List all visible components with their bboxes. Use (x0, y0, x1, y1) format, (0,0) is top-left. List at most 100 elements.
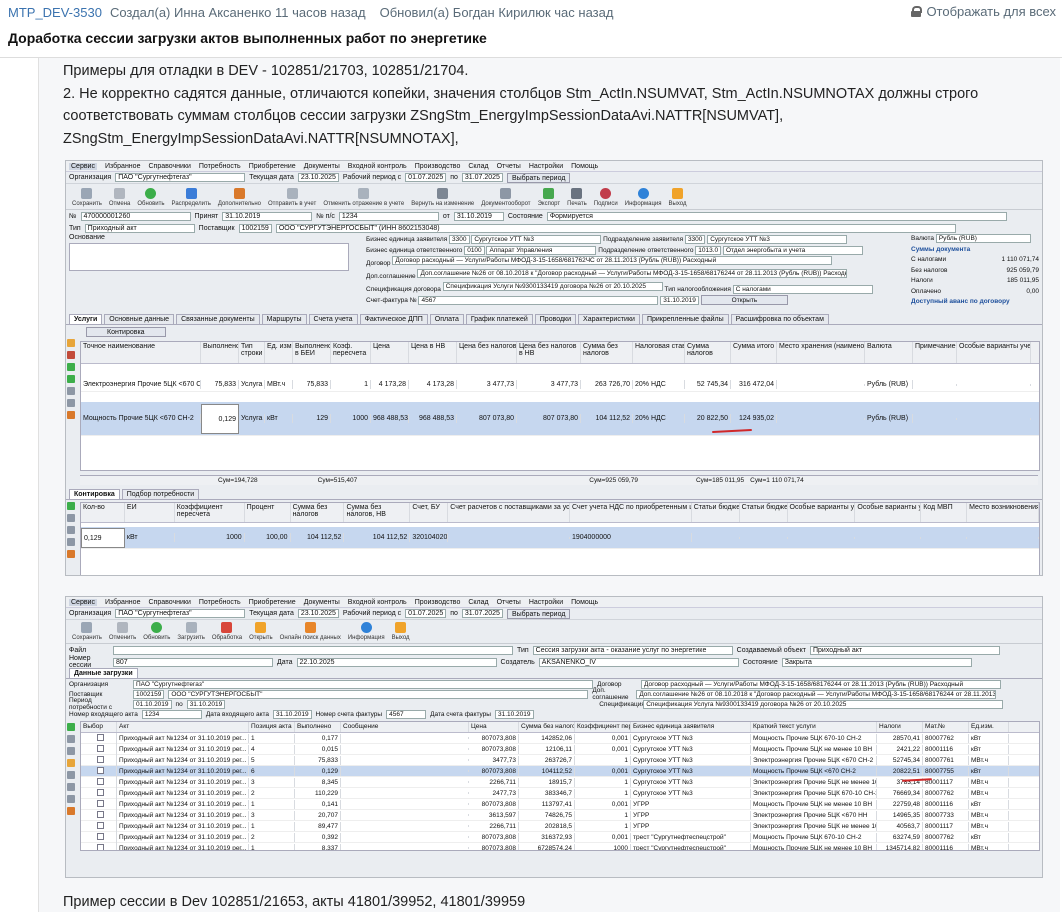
menu-item[interactable]: Приобретение (249, 163, 296, 170)
table-row[interactable]: Приходный акт №1234 от 31.10.2019 рег...… (81, 732, 1039, 744)
refresh-icon[interactable] (67, 723, 75, 731)
tab[interactable]: Оплата (429, 314, 464, 324)
menu-item[interactable]: Справочники (148, 599, 190, 606)
created-obj-field[interactable]: Приходный акт (810, 645, 1000, 655)
table-row[interactable]: Приходный акт №1234 от 31.10.2019 рег...… (81, 743, 1039, 755)
org2-field[interactable]: ПАО "Сургутнефтегаз" (133, 679, 593, 689)
save-button[interactable]: Сохранить (72, 188, 102, 207)
tab[interactable]: Фактическое ДПП (359, 314, 428, 324)
col-header[interactable]: Сумма без налогов, НВ (344, 503, 411, 522)
inact-field[interactable]: 1234 (141, 709, 202, 719)
choose-period-button[interactable]: Выбрать период (506, 172, 571, 183)
menu-item[interactable]: Отчеты (497, 599, 521, 606)
contract-field[interactable]: Договор расходный — Услуги/Работы МФОД-3… (392, 256, 833, 265)
tab-load-data[interactable]: Данные загрузки (69, 668, 138, 678)
col-header[interactable]: Место хранения (наименование) (777, 342, 865, 363)
menu-item[interactable]: Настройки (529, 599, 563, 606)
tax-field[interactable]: С налогами (732, 285, 873, 294)
state-field[interactable]: Закрыта (781, 657, 972, 667)
menu-item[interactable]: Отчеты (497, 163, 521, 170)
row-checkbox[interactable] (97, 788, 104, 796)
invdate-field[interactable]: 31.10.2019 (494, 709, 534, 719)
table-row[interactable]: Электроэнергия Прочие 5ЦК <670 СН-2 75,8… (81, 378, 1039, 392)
table-row[interactable]: Приходный акт №1234 от 31.10.2019 рег...… (81, 842, 1039, 850)
cell-select[interactable] (81, 820, 117, 832)
table-row[interactable]: Приходный акт №1234 от 31.10.2019 рег...… (81, 754, 1039, 766)
col-header[interactable]: Ед. изм. (265, 342, 293, 363)
info-button[interactable]: Информация (348, 622, 385, 641)
add-icon[interactable] (67, 502, 75, 510)
col-header[interactable]: Коэффициент пересч... (575, 722, 631, 732)
cell-select[interactable] (81, 809, 117, 821)
refresh-icon[interactable] (67, 363, 75, 371)
addagr-field[interactable]: Доп.соглашение №26 от 08.10.2018 к "Дого… (636, 689, 997, 699)
col-header[interactable]: Статьи бюджета (692, 503, 740, 522)
period-from-field[interactable]: 01.07.2025 (405, 609, 447, 618)
list-icon[interactable] (67, 399, 75, 407)
col-header[interactable]: Выполнено (295, 722, 341, 732)
export-button[interactable]: Экспорт (538, 188, 560, 207)
creator-field[interactable]: AKSANENKO_IV (538, 657, 739, 667)
state-field[interactable]: Формируется (546, 211, 1007, 221)
col-header[interactable]: Особые варианты учета (788, 503, 856, 522)
folder-icon[interactable] (67, 339, 75, 347)
cancel-posting-button[interactable]: Отменить отражение в учете (323, 188, 404, 207)
row-checkbox[interactable] (97, 777, 104, 785)
cell-select[interactable] (81, 765, 117, 777)
invoice-field[interactable]: 4567 (418, 296, 659, 305)
col-header[interactable]: Акт (117, 722, 249, 732)
bo-field[interactable]: Аппарат Управления (486, 246, 597, 255)
currency-field[interactable]: Рубль (RUB) (935, 234, 1031, 243)
col-header[interactable]: Счет учета НДС по приобретенным ценностя… (570, 503, 692, 522)
cancel-button[interactable]: Отменить (109, 622, 136, 641)
col-header[interactable]: Коэф. пересчета (331, 342, 371, 363)
col-header[interactable]: Сумма без налогов (291, 503, 345, 522)
cell-select[interactable] (81, 732, 117, 744)
row-checkbox[interactable] (97, 843, 104, 850)
cell-select[interactable] (81, 842, 117, 850)
col-header[interactable]: Особые варианты учета (855, 503, 922, 522)
tools-icon[interactable] (67, 550, 75, 558)
col-header[interactable]: Сумма итого (731, 342, 777, 363)
menu-item[interactable]: Производство (415, 599, 461, 606)
tools-icon[interactable] (67, 807, 75, 815)
session-field[interactable]: 807 (113, 657, 273, 667)
date-field[interactable]: 23.10.2025 (297, 609, 339, 618)
tab[interactable]: График платежей (465, 314, 533, 324)
refresh-button[interactable]: Обновить (137, 188, 165, 207)
row-checkbox[interactable] (97, 832, 104, 840)
file-field[interactable] (113, 645, 513, 655)
menu-item[interactable]: Входной контроль (348, 163, 407, 170)
control-button[interactable]: Контировка (86, 327, 166, 337)
period-to-field[interactable]: 31.07.2025 (461, 609, 503, 618)
col-header[interactable]: Сумма налогов (685, 342, 731, 363)
col-header[interactable]: Примечание (913, 342, 957, 363)
actdate-field[interactable]: 31.10.2019 (273, 709, 312, 719)
table-row[interactable]: Приходный акт №1234 от 31.10.2019 рег...… (81, 776, 1039, 788)
cell-select[interactable] (81, 831, 117, 843)
col-header[interactable]: Ед.изм. (969, 722, 1009, 732)
save-button[interactable]: Сохранить (72, 622, 102, 641)
row-checkbox[interactable] (97, 744, 104, 752)
menu-item[interactable]: Настройки (529, 163, 563, 170)
col-header[interactable]: Позиция акта (249, 722, 295, 732)
col-header[interactable]: Счет, БУ (410, 503, 449, 522)
table-row[interactable]: Приходный акт №1234 от 31.10.2019 рег...… (81, 809, 1039, 821)
org-field[interactable]: ПАО "Сургутнефтегаз" (115, 173, 246, 182)
avail-advance-link[interactable]: Доступный аванс по договору (911, 297, 1039, 308)
row-checkbox[interactable] (97, 766, 104, 774)
add-icon[interactable] (67, 375, 75, 383)
menu-item[interactable]: Производство (415, 163, 461, 170)
dept-field[interactable]: Сургутское УТТ №3 (707, 235, 848, 244)
period-to-field[interactable]: 31.07.2025 (461, 173, 503, 182)
table-row[interactable]: Приходный акт №1234 от 31.10.2019 рег...… (81, 820, 1039, 832)
addagr-field[interactable]: Доп.соглашение №26 от 08.10.2018 к "Дого… (417, 269, 848, 278)
menu-item[interactable]: Избранное (105, 163, 140, 170)
tab[interactable]: Маршруты (261, 314, 307, 324)
menu-item[interactable]: Избранное (105, 599, 140, 606)
dept2-code[interactable]: 1013.0 (695, 246, 722, 255)
col-header[interactable]: Процент (245, 503, 291, 522)
menu-item[interactable]: Склад (468, 163, 488, 170)
cell-select[interactable] (81, 798, 117, 810)
np-field[interactable]: 1234 (338, 211, 439, 221)
